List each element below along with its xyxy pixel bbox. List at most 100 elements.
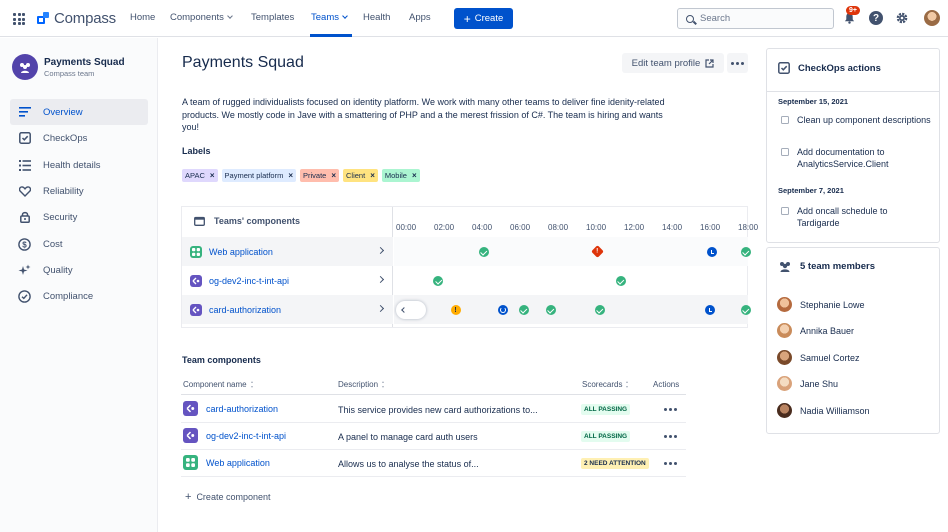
member-item[interactable]: Nadia Williamson [777,403,870,418]
chevron-right-icon[interactable] [376,304,385,313]
create-button[interactable]: + Create [454,8,513,29]
status-ok-icon[interactable] [433,276,444,286]
timeline-row-web-application[interactable]: Web application [182,237,393,266]
checkbox[interactable] [781,207,789,215]
sidebar-item-overview[interactable]: Overview [10,99,148,125]
chevron-right-icon[interactable] [376,246,385,255]
sidebar-team-name: Payments Squad [44,57,125,68]
column-header-scorecards[interactable]: Scorecards [582,380,629,389]
nav-health[interactable]: Health [363,12,390,23]
remove-icon[interactable]: × [210,171,215,180]
create-button-label: Create [474,13,504,24]
label-text: Mobile [384,171,407,180]
row-actions-button[interactable] [664,435,677,438]
nav-teams[interactable]: Teams [311,12,348,23]
status-ok-icon[interactable] [545,305,556,315]
column-header-name[interactable]: Component name [183,380,254,389]
team-members-panel: 5 team members Stephanie Lowe Annika Bau… [766,247,940,434]
scorecard-badge[interactable]: 2 NEED ATTENTION [581,458,649,469]
help-icon[interactable]: ? [869,11,883,25]
member-item[interactable]: Samuel Cortez [777,350,860,365]
hour-label: 18:00 [738,223,759,232]
nav-templates[interactable]: Templates [251,12,294,23]
checkbox[interactable] [781,116,789,124]
sidebar-item-health-details[interactable]: Health details [10,152,148,178]
timeline-row-card-authorization[interactable]: card-authorization [182,295,393,324]
sidebar-item-cost[interactable]: $ Cost [10,231,148,257]
checkops-item[interactable]: Clean up component descriptions [781,114,931,126]
checkops-date: September 15, 2021 [778,97,849,106]
member-item[interactable]: Annika Bauer [777,323,854,338]
status-pending-icon[interactable] [707,247,717,257]
timeline-header: Teams' components [194,216,300,226]
scorecard-badge[interactable]: ALL PASSING [581,404,631,415]
search-input[interactable]: Search [677,8,834,29]
label-tag[interactable]: Mobile × [381,169,420,182]
remove-icon[interactable]: × [370,171,375,180]
component-link[interactable]: Web application [183,455,270,470]
top-navigation: Compass Home Components Templates Teams … [0,0,948,37]
nav-components[interactable]: Components [170,12,233,23]
edit-team-profile-button[interactable]: Edit team profile [622,53,724,73]
status-ok-icon[interactable] [615,276,626,286]
row-actions-button[interactable] [664,408,677,411]
checkops-date: September 7, 2021 [778,186,844,195]
timeline-row-og-dev2-api[interactable]: og-dev2-inc-t-int-api [182,266,393,295]
checkbox[interactable] [781,148,789,156]
scroll-left-button[interactable] [396,301,426,319]
component-name: card-authorization [206,403,279,414]
label-tag[interactable]: APAC × [182,169,218,182]
member-item[interactable]: Stephanie Lowe [777,297,865,312]
plus-icon: + [463,11,471,26]
remove-icon[interactable]: × [288,171,293,180]
checkops-item[interactable]: Add documentation to AnalyticsService.Cl… [781,146,931,170]
status-ok-icon[interactable] [479,247,489,257]
sidebar-item-label: CheckOps [43,132,88,144]
member-item[interactable]: Jane Shu [777,376,838,391]
lock-icon [18,211,31,224]
nav-home[interactable]: Home [130,12,155,23]
app-switcher-icon[interactable] [13,13,25,25]
sidebar-item-label: Compliance [43,290,94,302]
column-header-label: Actions [653,380,680,389]
create-component-button[interactable]: + Create component [185,491,270,503]
compass-logo[interactable]: Compass [37,10,116,27]
sidebar-item-security[interactable]: Security [10,204,148,230]
column-header-description[interactable]: Description [338,380,385,389]
remove-icon[interactable]: × [412,171,417,180]
status-ok-icon[interactable] [518,305,529,315]
more-actions-button[interactable] [727,53,748,73]
label-tag[interactable]: Private × [300,169,340,182]
hour-label: 12:00 [624,223,645,232]
status-ok-icon[interactable] [594,305,605,315]
status-ok-icon[interactable] [741,247,752,257]
chevron-right-icon[interactable] [376,275,385,284]
web-app-icon [190,245,202,258]
sidebar-item-reliability[interactable]: Reliability [10,178,148,204]
external-link-icon [705,58,714,68]
nav-apps[interactable]: Apps [409,12,431,23]
settings-gear-icon[interactable] [895,11,909,25]
scorecard-badge[interactable]: ALL PASSING [581,431,631,442]
timeline-band [394,295,748,324]
sidebar-item-checkops[interactable]: CheckOps [10,125,148,151]
checkops-item[interactable]: Add oncall schedule to Tardigarde [781,205,931,229]
remove-icon[interactable]: × [331,171,336,180]
status-ok-icon[interactable] [741,305,752,315]
label-tag[interactable]: Payment platform × [221,169,296,182]
status-in-progress-icon[interactable] [498,305,508,315]
user-avatar[interactable] [924,10,940,26]
sidebar-item-compliance[interactable]: Compliance [10,283,148,309]
sidebar-item-quality[interactable]: Quality [10,257,148,283]
label-tag[interactable]: Client × [343,169,378,182]
sidebar-item-label: Cost [43,238,63,250]
api-icon [190,274,202,287]
column-header-actions: Actions [653,380,679,389]
sidebar-team-subtitle: Compass team [44,69,95,78]
component-link[interactable]: card-authorization [183,401,278,416]
status-warning-icon[interactable]: ! [450,305,461,315]
row-actions-button[interactable] [664,462,677,465]
hour-label: 08:00 [548,223,569,232]
component-link[interactable]: og-dev2-inc-t-int-api [183,428,286,443]
search-icon [686,14,694,23]
